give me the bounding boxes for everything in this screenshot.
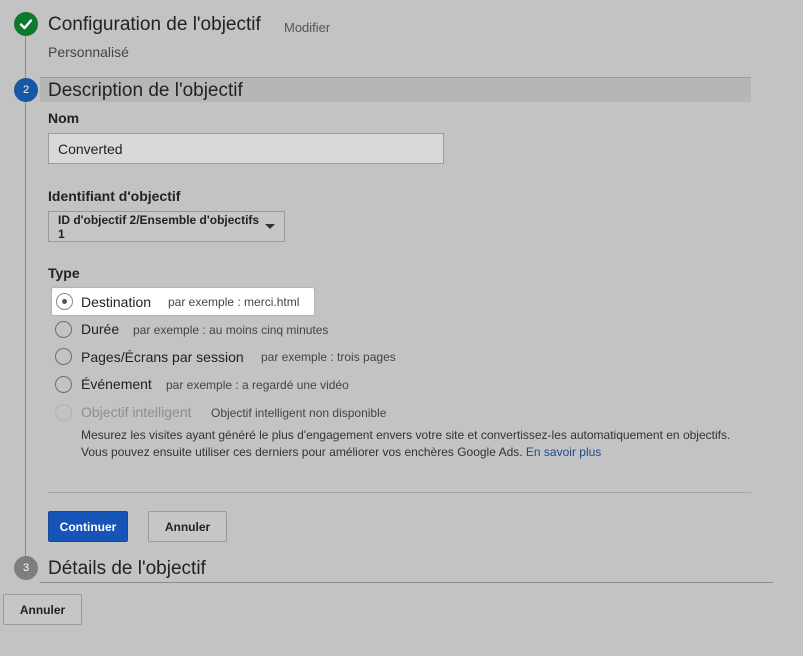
option-label-smart-goal: Objectif intelligent [81, 404, 192, 420]
step2-title: Description de l'objectif [48, 80, 243, 101]
option-label-destination[interactable]: Destination [81, 294, 151, 310]
option-label-duration[interactable]: Durée [81, 321, 119, 337]
learn-more-link[interactable]: En savoir plus [526, 445, 601, 459]
smart-goal-description: Mesurez les visites ayant généré le plus… [81, 427, 751, 461]
continue-button[interactable]: Continuer [48, 511, 128, 542]
step3-title: Détails de l'objectif [48, 558, 206, 579]
smart-goal-desc-line1: Mesurez les visites ayant généré le plus… [81, 428, 731, 442]
goal-id-label: Identifiant d'objectif [48, 188, 181, 204]
chevron-down-icon [265, 224, 275, 229]
radio-event[interactable] [55, 376, 72, 393]
smart-goal-desc-line2: Vous pouvez ensuite utiliser ces dernier… [81, 445, 523, 459]
footer-cancel-button[interactable]: Annuler [3, 594, 82, 625]
option-example-event: par exemple : a regardé une vidéo [166, 378, 349, 392]
cancel-button[interactable]: Annuler [148, 511, 227, 542]
radio-smart-goal [55, 404, 72, 421]
edit-link[interactable]: Modifier [284, 20, 330, 35]
step3-divider [40, 582, 773, 583]
step1-summary: Personnalisé [48, 44, 129, 60]
step2-number-badge: 2 [14, 78, 38, 102]
step1-title: Configuration de l'objectif [48, 14, 261, 35]
section-divider [48, 492, 751, 493]
goal-id-selected-value: ID d'objectif 2/Ensemble d'objectifs 1 [58, 212, 260, 241]
step-connector-line [25, 36, 26, 556]
option-example-destination: par exemple : merci.html [168, 295, 300, 309]
radio-pages-per-session[interactable] [55, 348, 72, 365]
option-example-pages-per-session: par exemple : trois pages [261, 350, 396, 364]
step-complete-check-icon [14, 12, 38, 36]
radio-destination[interactable] [56, 293, 73, 310]
step3-number-badge: 3 [14, 556, 38, 580]
goal-name-value: Converted [58, 140, 123, 157]
smart-goal-desc-line2-wrap: Vous pouvez ensuite utiliser ces dernier… [81, 444, 751, 461]
option-label-pages-per-session[interactable]: Pages/Écrans par session [81, 349, 244, 365]
option-example-smart-goal: Objectif intelligent non disponible [211, 406, 387, 420]
goal-name-input[interactable]: Converted [48, 133, 444, 164]
option-label-event[interactable]: Événement [81, 376, 152, 392]
goal-id-select[interactable]: ID d'objectif 2/Ensemble d'objectifs 1 [48, 211, 285, 242]
type-label: Type [48, 265, 80, 281]
radio-duration[interactable] [55, 321, 72, 338]
option-example-duration: par exemple : au moins cinq minutes [133, 323, 329, 337]
name-label: Nom [48, 110, 80, 126]
